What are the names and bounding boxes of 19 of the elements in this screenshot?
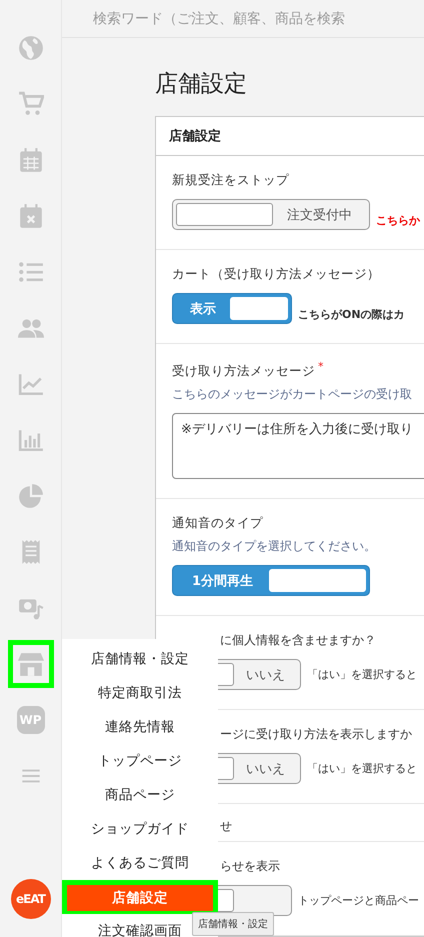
field-label: に個人情報を含ませますか？ <box>220 632 377 649</box>
tooltip: 店舗情報・設定 <box>192 912 274 936</box>
field-description: 通知音のタイプを選択してください。 <box>172 538 377 555</box>
help-text: 「はい」を選択すると <box>307 667 417 682</box>
page-title: 店舗設定 <box>155 70 248 99</box>
warning-text: こちらか <box>376 213 420 228</box>
help-text: 「はい」を選択すると <box>307 761 417 776</box>
field-label: 通知音のタイプ <box>172 515 264 532</box>
required-mark: * <box>318 360 324 373</box>
field-label: カート（受け取り方法メッセージ） <box>172 266 381 283</box>
field-description: こちらのメッセージがカートページの受け取 <box>172 386 413 403</box>
field-label: ージに受け取り方法を表示しますか <box>220 726 413 743</box>
field-label: せ <box>220 818 233 835</box>
field-label: らせを表示 <box>220 858 281 875</box>
card-title: 店舗設定 <box>156 117 424 156</box>
help-text: トップページと商品ペー <box>298 893 419 908</box>
field-label: 受け取り方法メッセージ <box>172 363 315 378</box>
help-text: こちらがONの際はカ <box>298 307 405 322</box>
field-label: 新規受注をストップ <box>172 172 290 189</box>
